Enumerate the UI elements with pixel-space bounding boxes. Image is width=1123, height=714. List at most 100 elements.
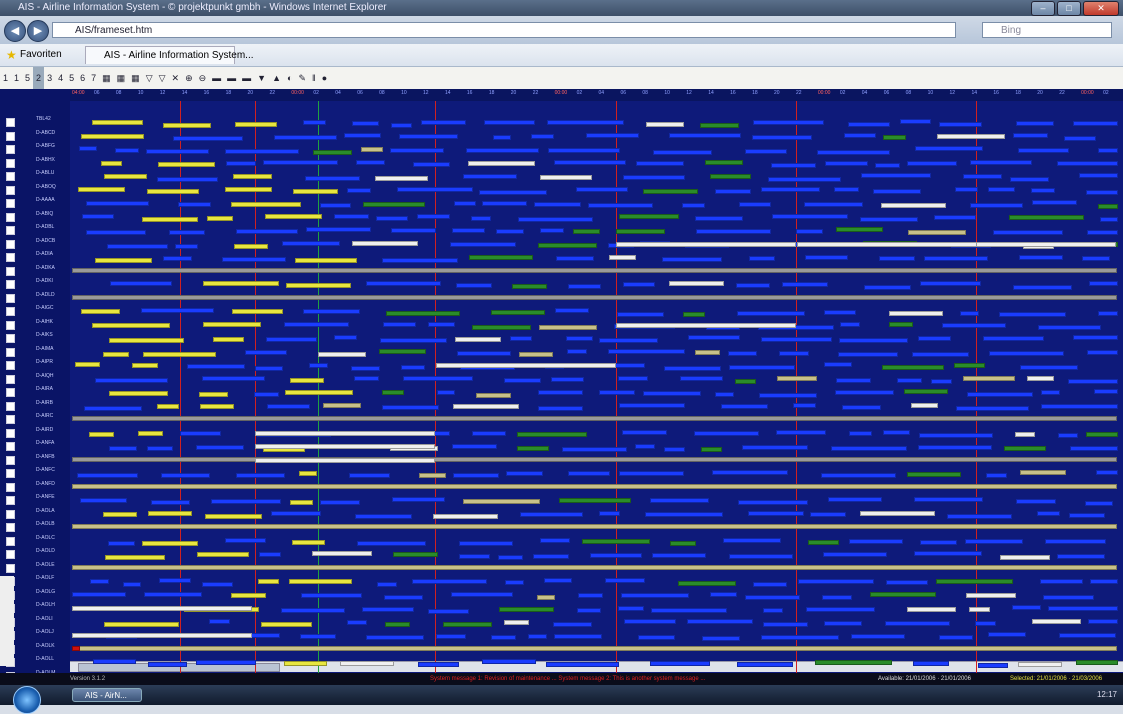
flight-bar[interactable] <box>312 149 353 155</box>
flight-bar[interactable] <box>212 337 244 343</box>
flight-bar[interactable] <box>975 620 996 626</box>
row-checkbox[interactable] <box>6 185 15 195</box>
flight-bar[interactable] <box>553 622 593 628</box>
flight-bar[interactable] <box>92 323 170 329</box>
flight-bar[interactable] <box>205 514 263 520</box>
flight-bar[interactable] <box>173 136 243 142</box>
flight-bar[interactable] <box>860 510 935 516</box>
flight-bar[interactable] <box>823 621 863 627</box>
forward-button[interactable]: ▶ <box>27 20 49 42</box>
flight-bar[interactable] <box>356 541 426 547</box>
flight-bar[interactable] <box>976 241 1116 247</box>
maximize-button[interactable]: □ <box>1057 1 1081 16</box>
flight-bar[interactable] <box>714 391 734 397</box>
flight-bar[interactable] <box>1016 120 1054 126</box>
flight-bar[interactable] <box>598 390 635 396</box>
flight-bar[interactable] <box>1086 350 1118 356</box>
row-checkbox[interactable] <box>6 536 15 546</box>
flight-bar[interactable] <box>804 254 849 260</box>
flight-bar[interactable] <box>95 257 152 263</box>
row-checkbox[interactable] <box>6 469 15 478</box>
flight-bar[interactable] <box>137 430 164 436</box>
flight-bar[interactable] <box>827 497 882 503</box>
flight-bar[interactable] <box>913 660 949 666</box>
row-checkbox[interactable] <box>6 172 15 181</box>
flight-bar[interactable] <box>635 444 655 450</box>
flight-bar[interactable] <box>72 294 1117 300</box>
flight-bar[interactable] <box>988 632 1026 638</box>
row-checkbox[interactable] <box>6 401 15 411</box>
row-checkbox[interactable] <box>6 455 15 465</box>
flight-bar[interactable] <box>903 389 949 395</box>
flight-bar[interactable] <box>259 551 281 557</box>
flight-bar[interactable] <box>530 134 554 140</box>
flight-bar[interactable] <box>722 538 781 544</box>
flight-bar[interactable] <box>983 335 1045 341</box>
flight-bar[interactable] <box>352 240 419 246</box>
flight-bar[interactable] <box>72 606 252 611</box>
flight-bar[interactable] <box>669 132 741 138</box>
flight-bar[interactable] <box>913 497 984 503</box>
flight-bar[interactable] <box>466 147 539 153</box>
flight-bar[interactable] <box>1015 431 1035 437</box>
flight-bar[interactable] <box>453 473 500 479</box>
flight-bar[interactable] <box>88 431 115 437</box>
flight-bar[interactable] <box>999 554 1050 560</box>
flight-bar[interactable] <box>145 148 209 154</box>
flight-bar[interactable] <box>491 634 516 640</box>
flight-bar[interactable] <box>938 121 982 127</box>
flight-bar[interactable] <box>1040 404 1118 410</box>
flight-bar[interactable] <box>72 592 127 598</box>
row-label[interactable]: D-ADCB <box>0 237 70 251</box>
address-input[interactable]: AIS/frameset.htm <box>52 22 956 38</box>
flight-bar[interactable] <box>538 243 597 249</box>
flight-bar[interactable] <box>616 241 796 247</box>
flight-bar[interactable] <box>616 311 665 317</box>
flight-bar[interactable] <box>433 514 499 520</box>
flight-bar[interactable] <box>622 282 655 288</box>
flight-bar[interactable] <box>1059 632 1116 638</box>
flight-bar[interactable] <box>108 445 138 451</box>
flight-bar[interactable] <box>883 134 906 140</box>
row-label[interactable]: D-ABIQ <box>0 210 70 224</box>
flight-bar[interactable] <box>622 430 668 436</box>
flight-bar[interactable] <box>1013 132 1048 138</box>
flight-bar[interactable] <box>1079 173 1118 179</box>
flight-bar[interactable] <box>299 470 318 476</box>
flight-bar[interactable] <box>103 351 130 357</box>
flight-bar[interactable] <box>899 119 932 125</box>
row-checkbox[interactable] <box>6 428 15 438</box>
flight-bar[interactable] <box>254 365 284 371</box>
flight-bar[interactable] <box>824 309 857 315</box>
row-checkbox[interactable] <box>6 293 15 303</box>
flight-bar[interactable] <box>911 402 938 408</box>
flight-bar[interactable] <box>543 578 573 584</box>
flight-bar[interactable] <box>954 186 979 192</box>
flight-bar[interactable] <box>809 511 847 517</box>
flight-bar[interactable] <box>919 433 993 439</box>
flight-bar[interactable] <box>1038 324 1101 330</box>
row-checkbox[interactable] <box>6 442 15 451</box>
toolbar-button-22[interactable]: ◐ <box>284 67 295 89</box>
flight-bar[interactable] <box>1087 618 1118 624</box>
row-checkbox[interactable] <box>6 415 15 424</box>
flight-bar[interactable] <box>1089 579 1118 585</box>
row-checkbox[interactable] <box>6 374 15 384</box>
flight-bar[interactable] <box>701 446 722 452</box>
flight-bar[interactable] <box>517 445 549 451</box>
flight-bar[interactable] <box>283 660 328 666</box>
row-checkbox[interactable] <box>6 320 15 330</box>
flight-bar[interactable] <box>566 335 594 341</box>
flight-bar[interactable] <box>381 404 440 410</box>
flight-bar[interactable] <box>701 635 740 641</box>
toolbar-button-8[interactable]: 7 <box>88 67 99 89</box>
flight-bar[interactable] <box>235 472 286 478</box>
flight-bar[interactable] <box>312 551 373 557</box>
row-checkbox[interactable] <box>6 307 15 316</box>
flight-bar[interactable] <box>376 581 398 587</box>
taskbar-app-button[interactable]: AIS - AirN... <box>72 688 142 702</box>
flight-bar[interactable] <box>72 633 252 638</box>
flight-bar[interactable] <box>918 336 952 342</box>
flight-bar[interactable] <box>589 553 643 559</box>
row-label[interactable]: D-AOLB <box>0 520 70 534</box>
